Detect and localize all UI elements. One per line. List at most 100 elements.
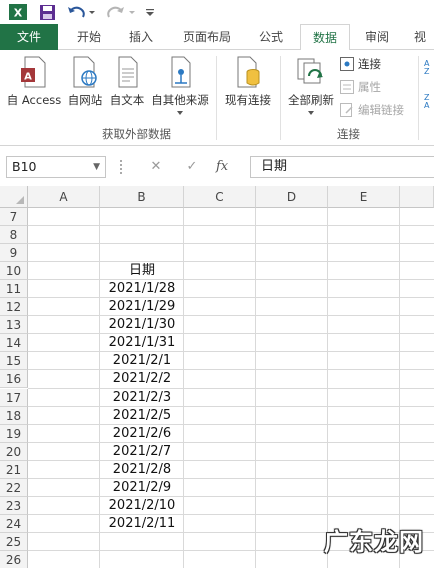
row-header[interactable]: 17	[0, 388, 28, 407]
cell-b11[interactable]: 2021/1/28	[100, 280, 184, 298]
row-header[interactable]: 18	[0, 406, 28, 425]
properties-button[interactable]: 属性	[340, 77, 381, 97]
access-database-icon: A	[21, 56, 46, 88]
insert-function-button[interactable]: fx	[216, 156, 228, 178]
from-web-button[interactable]: 自网站	[64, 56, 106, 108]
tab-review[interactable]: 审阅	[354, 24, 400, 50]
cell-b20[interactable]: 2021/2/7	[100, 443, 184, 461]
column-header-e[interactable]: E	[328, 186, 400, 208]
cell-b21[interactable]: 2021/2/8	[100, 461, 184, 479]
gridline	[28, 225, 434, 227]
customize-qat-icon[interactable]	[144, 3, 156, 21]
refresh-all-button[interactable]: 全部刷新	[284, 56, 338, 116]
cell-b8[interactable]	[100, 226, 184, 244]
column-header-a[interactable]: A	[28, 186, 100, 208]
cell-b9[interactable]	[100, 244, 184, 262]
worksheet-grid[interactable]: A B C D E 7 8 9 10 日期 11 2021/1/28 12 2021/1/29 1…	[0, 186, 434, 568]
tab-page-layout[interactable]: 页面布局	[172, 24, 242, 50]
cell-b13[interactable]: 2021/1/30	[100, 316, 184, 334]
sort-descending-icon[interactable]: ZA	[424, 92, 434, 108]
sort-ascending-icon[interactable]: AZ	[424, 58, 434, 74]
select-all-button[interactable]	[0, 186, 28, 208]
cell-b23[interactable]: 2021/2/10	[100, 497, 184, 515]
chevron-down-icon[interactable]: ▼	[93, 157, 100, 177]
row-header[interactable]: 14	[0, 334, 28, 353]
undo-icon[interactable]	[66, 3, 96, 21]
cell-b24[interactable]: 2021/2/11	[100, 515, 184, 533]
group-label-connections: 连接	[337, 127, 360, 141]
tab-formulas[interactable]: 公式	[248, 24, 294, 50]
from-other-sources-button[interactable]: 自其他来源	[148, 56, 212, 116]
svg-text:A: A	[24, 72, 32, 83]
confirm-entry-button[interactable]: ✓	[180, 156, 204, 178]
column-header-b[interactable]: B	[100, 186, 184, 208]
existing-connections-icon	[237, 56, 260, 88]
svg-text:Z: Z	[424, 67, 430, 74]
save-icon[interactable]	[38, 3, 56, 21]
edit-links-button[interactable]: 编辑链接	[340, 100, 404, 120]
tab-view[interactable]: 视图	[404, 24, 434, 50]
ribbon-data: A 自 Access 自网站 自文本 自其他来源 获取外部数据 现有连接 全部刷…	[0, 50, 434, 146]
cell-b14[interactable]: 2021/1/31	[100, 334, 184, 352]
group-separator	[418, 56, 419, 140]
cell-b7[interactable]	[100, 208, 184, 226]
row-header[interactable]: 22	[0, 478, 28, 497]
cell-b12[interactable]: 2021/1/29	[100, 298, 184, 316]
connections-icon	[340, 57, 354, 71]
svg-text:A: A	[424, 101, 430, 108]
watermark: 广东龙网	[324, 528, 424, 556]
row-header[interactable]: 25	[0, 532, 28, 551]
cell-b18[interactable]: 2021/2/5	[100, 407, 184, 425]
row-header[interactable]: 12	[0, 298, 28, 317]
properties-icon	[340, 80, 354, 94]
tab-insert[interactable]: 插入	[118, 24, 164, 50]
redo-icon[interactable]	[106, 3, 136, 21]
chevron-down-icon	[177, 111, 183, 115]
tab-home[interactable]: 开始	[66, 24, 112, 50]
tab-file[interactable]: 文件	[0, 24, 58, 50]
cell-b26[interactable]	[100, 551, 184, 568]
row-header[interactable]: 9	[0, 244, 28, 263]
row-header[interactable]: 23	[0, 496, 28, 515]
cell-b25[interactable]	[100, 533, 184, 551]
cell-b10[interactable]: 日期	[100, 262, 184, 280]
gridline	[28, 495, 434, 497]
row-header[interactable]: 20	[0, 442, 28, 461]
column-header-d[interactable]: D	[256, 186, 328, 208]
row-header[interactable]: 16	[0, 370, 28, 389]
row-header[interactable]: 19	[0, 424, 28, 443]
row-header[interactable]: 21	[0, 460, 28, 479]
cell-b16[interactable]: 2021/2/2	[100, 370, 184, 388]
row-header[interactable]: 7	[0, 208, 28, 226]
cell-b19[interactable]: 2021/2/6	[100, 425, 184, 443]
from-other-sources-label: 自其他来源	[151, 93, 209, 107]
cell-b17[interactable]: 2021/2/3	[100, 389, 184, 407]
tab-data[interactable]: 数据	[300, 24, 350, 51]
row-header[interactable]: 15	[0, 352, 28, 371]
column-header-f[interactable]	[400, 186, 434, 208]
row-header[interactable]: 10	[0, 262, 28, 281]
existing-connections-button[interactable]: 现有连接	[220, 56, 276, 108]
gridline	[28, 351, 434, 353]
formula-bar-grip[interactable]	[120, 160, 122, 174]
row-header[interactable]: 11	[0, 280, 28, 299]
name-box[interactable]: B10 ▼	[6, 156, 106, 178]
formula-input[interactable]: 日期	[250, 156, 434, 178]
web-globe-icon	[73, 56, 97, 88]
refresh-all-icon	[297, 58, 323, 84]
row-header[interactable]: 13	[0, 316, 28, 335]
from-access-label: 自 Access	[6, 93, 62, 107]
row-header[interactable]: 26	[0, 550, 28, 568]
excel-logo-icon: X	[8, 3, 28, 21]
cancel-entry-button[interactable]: ✕	[144, 156, 168, 178]
from-access-button[interactable]: A 自 Access	[4, 56, 64, 108]
cell-b15[interactable]: 2021/2/1	[100, 352, 184, 370]
row-header[interactable]: 24	[0, 514, 28, 533]
row-header[interactable]: 8	[0, 226, 28, 245]
cell-b22[interactable]: 2021/2/9	[100, 479, 184, 497]
column-header-c[interactable]: C	[184, 186, 256, 208]
group-separator	[216, 56, 217, 140]
from-text-button[interactable]: 自文本	[106, 56, 148, 108]
connections-button[interactable]: 连接	[340, 54, 381, 74]
gridline	[28, 243, 434, 245]
